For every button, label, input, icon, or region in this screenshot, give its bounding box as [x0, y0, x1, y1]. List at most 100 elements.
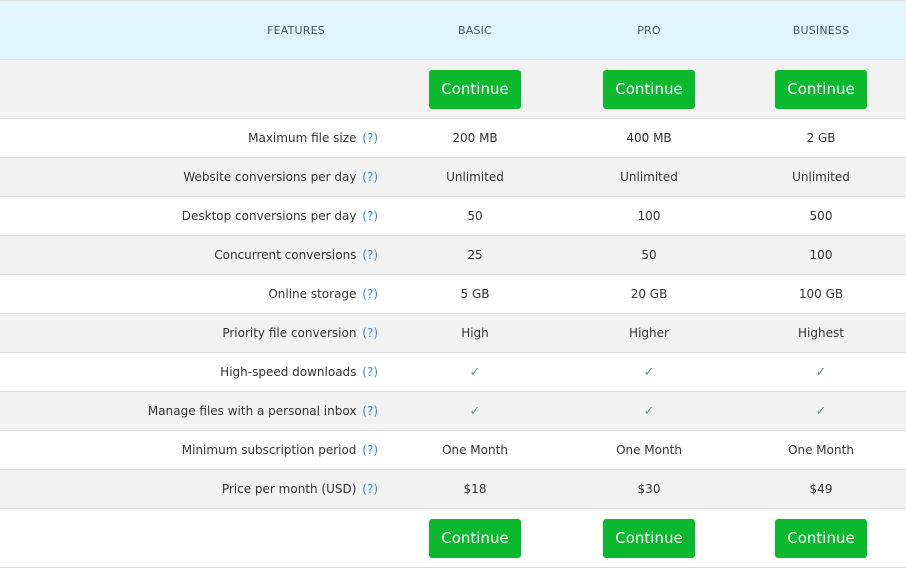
- value-cell: One Month: [736, 430, 906, 470]
- value-cell: 200 MB: [388, 118, 562, 158]
- continue-button[interactable]: Continue: [603, 518, 695, 558]
- feature-label-cell: Minimum subscription period (?): [0, 430, 388, 470]
- value-cell: 100: [736, 235, 906, 275]
- feature-label: Manage files with a personal inbox: [147, 404, 357, 418]
- feature-value: 50: [641, 248, 657, 262]
- feature-label: Website conversions per day: [183, 170, 357, 184]
- feature-label-cell: Price per month (USD) (?): [0, 469, 388, 509]
- value-cell: One Month: [388, 430, 562, 470]
- check-icon: ✓: [469, 403, 481, 419]
- feature-label: Concurrent conversions: [214, 248, 357, 262]
- feature-row: Priority file conversion (?) High Higher Hi…: [0, 313, 906, 353]
- check-cell: ✓: [388, 352, 562, 392]
- value-cell: 20 GB: [562, 274, 736, 314]
- feature-row: Maximum file size (?) 200 MB 400 MB 2 GB: [0, 118, 906, 158]
- feature-row: Manage files with a personal inbox (?) ✓ ✓…: [0, 391, 906, 431]
- plan-cell: Continue: [562, 508, 736, 568]
- feature-row: Concurrent conversions (?) 25 50 100: [0, 235, 906, 275]
- feature-label: Online storage: [268, 287, 357, 301]
- continue-button[interactable]: Continue: [429, 518, 521, 558]
- check-icon: ✓: [643, 403, 655, 419]
- feature-label-cell: High-speed downloads (?): [0, 352, 388, 392]
- feature-label-cell: Manage files with a personal inbox (?): [0, 391, 388, 431]
- feature-label-cell: Concurrent conversions (?): [0, 235, 388, 275]
- value-cell: 100 GB: [736, 274, 906, 314]
- plan-cell: Continue: [736, 59, 906, 119]
- feature-row: Desktop conversions per day (?) 50 100 500: [0, 196, 906, 236]
- feature-value: 100: [637, 209, 661, 223]
- help-link[interactable]: (?): [362, 287, 378, 301]
- value-cell: $18: [388, 469, 562, 509]
- value-cell: 5 GB: [388, 274, 562, 314]
- check-cell: ✓: [562, 352, 736, 392]
- check-icon: ✓: [815, 364, 827, 380]
- header-row: FEATURES BASIC PRO BUSINESS: [0, 0, 906, 60]
- value-cell: 100: [562, 196, 736, 236]
- feature-label-cell: Desktop conversions per day (?): [0, 196, 388, 236]
- feature-value: One Month: [616, 443, 682, 457]
- feature-value: $49: [809, 482, 833, 496]
- help-link[interactable]: (?): [362, 248, 378, 262]
- feature-label-cell: Maximum file size (?): [0, 118, 388, 158]
- help-link[interactable]: (?): [362, 131, 378, 145]
- value-cell: Higher: [562, 313, 736, 353]
- feature-value: Highest: [798, 326, 844, 340]
- feature-row: Minimum subscription period (?) One Month…: [0, 430, 906, 470]
- continue-button[interactable]: Continue: [429, 69, 521, 109]
- help-link[interactable]: (?): [362, 326, 378, 340]
- plan-header: BASIC: [388, 0, 562, 60]
- feature-label-cell: Online storage (?): [0, 274, 388, 314]
- check-cell: ✓: [562, 391, 736, 431]
- help-link[interactable]: (?): [362, 209, 378, 223]
- feature-value: $18: [463, 482, 487, 496]
- value-cell: 500: [736, 196, 906, 236]
- value-cell: $49: [736, 469, 906, 509]
- feature-value: Unlimited: [620, 170, 678, 184]
- value-cell: Unlimited: [562, 157, 736, 197]
- feature-value: One Month: [788, 443, 854, 457]
- feature-value: 5 GB: [460, 287, 490, 301]
- feature-label-cell: Website conversions per day (?): [0, 157, 388, 197]
- feature-value: 2 GB: [806, 131, 836, 145]
- plan-cell: Continue: [388, 59, 562, 119]
- check-icon: ✓: [815, 403, 827, 419]
- feature-label: Desktop conversions per day: [181, 209, 357, 223]
- feature-value: Unlimited: [792, 170, 850, 184]
- feature-value: 500: [809, 209, 833, 223]
- plan-cell: Continue: [562, 59, 736, 119]
- feature-row: Price per month (USD) (?) $18 $30 $49: [0, 469, 906, 509]
- feature-label: Priority file conversion: [222, 326, 357, 340]
- continue-button[interactable]: Continue: [603, 69, 695, 109]
- help-link[interactable]: (?): [362, 482, 378, 496]
- feature-value: 25: [467, 248, 483, 262]
- help-link[interactable]: (?): [362, 404, 378, 418]
- value-cell: Highest: [736, 313, 906, 353]
- feature-label-cell: Priority file conversion (?): [0, 313, 388, 353]
- check-cell: ✓: [388, 391, 562, 431]
- feature-row: High-speed downloads (?) ✓ ✓ ✓: [0, 352, 906, 392]
- feature-value: 50: [467, 209, 483, 223]
- plan-cell: Continue: [388, 508, 562, 568]
- feature-value: Higher: [629, 326, 669, 340]
- features-header: FEATURES: [0, 0, 388, 60]
- feature-value: 100 GB: [798, 287, 844, 301]
- feature-label: Price per month (USD): [221, 482, 357, 496]
- help-link[interactable]: (?): [362, 443, 378, 457]
- value-cell: $30: [562, 469, 736, 509]
- continue-button[interactable]: Continue: [775, 69, 867, 109]
- pricing-table: FEATURES BASIC PRO BUSINESS Continue Continue…: [0, 0, 906, 568]
- plan-cell: Continue: [736, 508, 906, 568]
- bottom-button-row: Continue Continue Continue: [0, 508, 906, 568]
- help-link[interactable]: (?): [362, 170, 378, 184]
- feature-value: High: [461, 326, 489, 340]
- feature-label: Minimum subscription period: [181, 443, 357, 457]
- value-cell: 2 GB: [736, 118, 906, 158]
- feature-row: Website conversions per day (?) Unlimited…: [0, 157, 906, 197]
- value-cell: Unlimited: [388, 157, 562, 197]
- help-link[interactable]: (?): [362, 365, 378, 379]
- continue-button[interactable]: Continue: [775, 518, 867, 558]
- value-cell: High: [388, 313, 562, 353]
- value-cell: 400 MB: [562, 118, 736, 158]
- check-cell: ✓: [736, 391, 906, 431]
- feature-value: 200 MB: [452, 131, 498, 145]
